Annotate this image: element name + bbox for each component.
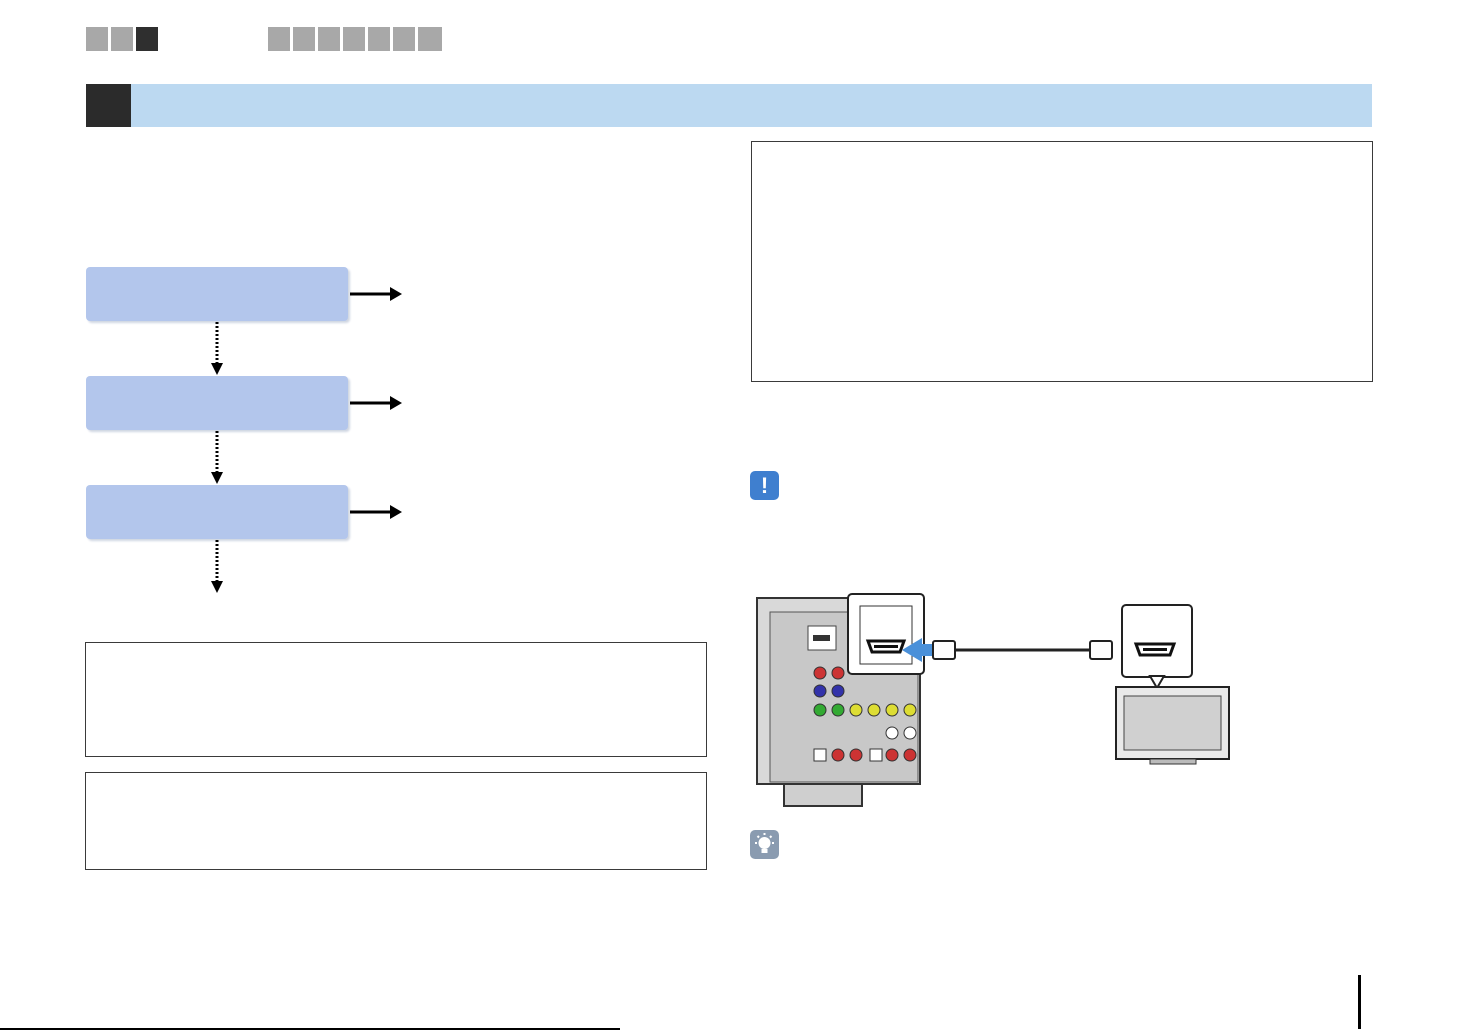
- flow-down-arrow-3: [211, 540, 223, 593]
- flow-arrows: [211, 287, 402, 593]
- footer-rule: [0, 1028, 620, 1030]
- note-box-2: [85, 772, 707, 870]
- flow-down-arrow-1: [211, 322, 223, 375]
- flow-down-arrow-2: [211, 431, 223, 484]
- tv-hdmi-callout: [1121, 604, 1193, 690]
- hdmi-cable: [932, 640, 1113, 660]
- exclamation-icon: !: [750, 471, 779, 500]
- hdmi-connection-diagram: [756, 593, 1230, 807]
- flow-step-2-arrow: [350, 396, 402, 410]
- lightbulb-icon: [750, 830, 779, 859]
- info-box: [751, 141, 1373, 382]
- flow-step-3-arrow: [350, 505, 402, 519]
- tv-set: [1115, 686, 1230, 765]
- receiver-rear-panel: [756, 593, 925, 807]
- page-number-divider: [1358, 975, 1361, 1029]
- note-box-1: [85, 642, 707, 757]
- flow-step-1-arrow: [350, 287, 402, 301]
